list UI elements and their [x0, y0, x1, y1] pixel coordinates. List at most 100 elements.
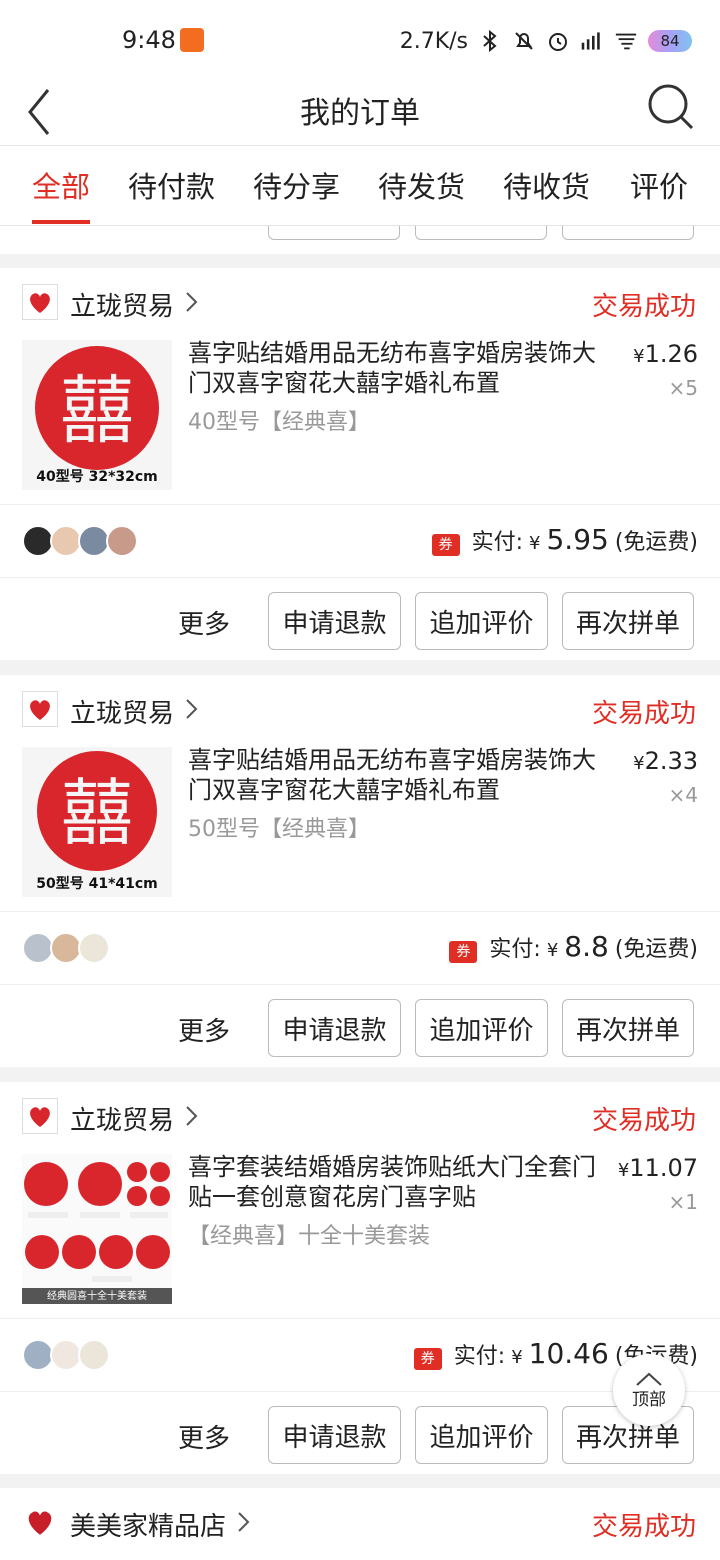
partial-button[interactable] — [562, 226, 694, 240]
shipping-note: (免运费) — [614, 937, 698, 962]
yen-symbol: ¥ — [529, 533, 541, 554]
top-navigation-bar: 我的订单 — [0, 80, 720, 146]
shop-row[interactable]: 立珑贸易 交易成功 — [0, 675, 720, 741]
tab-review[interactable]: 评价 — [630, 164, 688, 206]
refund-button[interactable]: 申请退款 — [268, 1406, 401, 1464]
price-value: 1.26 — [644, 340, 698, 368]
order-status: 交易成功 — [591, 699, 696, 729]
yen-symbol: ¥ — [511, 1347, 523, 1368]
product-thumbnail[interactable]: 囍 40型号 32*32cm — [22, 340, 172, 490]
product-price: ¥1.26 — [633, 340, 698, 368]
network-speed: 2.7K/s — [399, 28, 468, 54]
product-price: ¥2.33 — [633, 747, 698, 775]
shop-name: 美美家精品店 — [70, 1512, 227, 1542]
tab-pending-receipt[interactable]: 待收货 — [503, 164, 590, 206]
add-review-button[interactable]: 追加评价 — [415, 592, 548, 650]
back-to-top-button[interactable]: 顶部 — [613, 1354, 685, 1426]
yen-symbol: ¥ — [633, 753, 645, 774]
battery-icon: 84 — [648, 30, 692, 52]
payment-summary: 券 实付: ¥ 5.95 (免运费) — [431, 523, 698, 556]
chevron-right-icon — [182, 290, 200, 314]
thumbnail-caption: 50型号 41*41cm — [36, 876, 158, 892]
more-button[interactable]: 更多 — [178, 604, 230, 641]
more-button[interactable]: 更多 — [178, 1011, 230, 1048]
yen-symbol: ¥ — [617, 1160, 630, 1181]
product-name[interactable]: 喜字贴结婚用品无纺布喜字婚房装饰大门双喜字窗花大囍字婚礼布置 — [188, 745, 608, 805]
payment-row: 券 实付: ¥ 5.95 (免运费) — [0, 504, 720, 578]
avatar — [78, 1339, 110, 1371]
avatar — [78, 932, 110, 964]
product-price: ¥11.07 — [618, 1154, 698, 1182]
shop-logo-icon — [22, 284, 58, 320]
thumbnail-caption: 经典圆喜十全十美套装 — [47, 1291, 147, 1302]
thumbnail-caption: 40型号 32*32cm — [36, 469, 158, 485]
chevron-right-icon — [182, 697, 200, 721]
shop-row[interactable]: 立珑贸易 交易成功 — [0, 268, 720, 334]
double-happiness-set-icon — [22, 1162, 172, 1304]
search-icon[interactable] — [646, 80, 698, 134]
order-card: 立珑贸易 交易成功 囍 40型号 32*32cm 喜字贴结婚用品无纺布喜字婚房装… — [0, 268, 720, 660]
signal-icon — [580, 29, 604, 53]
tab-pending-shipment[interactable]: 待发货 — [378, 164, 465, 206]
refund-button[interactable]: 申请退款 — [268, 592, 401, 650]
product-quantity: ×4 — [668, 783, 698, 807]
coupon-badge: 券 — [431, 534, 460, 556]
payment-row: 券 实付: ¥ 10.46 (免运费) — [0, 1318, 720, 1392]
product-quantity: ×1 — [668, 1190, 698, 1214]
avatar — [106, 525, 138, 557]
status-indicators: 2.7K/s 84 — [400, 24, 692, 58]
product-name[interactable]: 喜字套装结婚婚房装饰贴纸大门全套门贴一套创意窗花房门喜字贴 — [188, 1152, 608, 1212]
partial-button[interactable] — [268, 226, 400, 240]
shop-name: 立珑贸易 — [70, 292, 175, 322]
product-spec: 【经典喜】十全十美套装 — [188, 1224, 431, 1249]
chevron-right-icon — [182, 1104, 200, 1128]
product-thumbnail[interactable]: 经典圆喜十全十美套装 — [22, 1154, 172, 1304]
paid-amount: 5.95 — [546, 523, 609, 556]
svg-text:囍: 囍 — [60, 368, 134, 454]
group-avatars — [22, 932, 110, 966]
shop-row[interactable]: 立珑贸易 交易成功 — [0, 1082, 720, 1148]
wifi-icon — [614, 29, 638, 53]
svg-text:囍: 囍 — [61, 771, 133, 855]
previous-order-card-partial — [0, 226, 720, 254]
add-review-button[interactable]: 追加评价 — [415, 1406, 548, 1464]
coupon-badge: 券 — [449, 941, 478, 963]
reorder-button[interactable]: 再次拼单 — [562, 999, 694, 1057]
group-avatars — [22, 525, 138, 559]
order-status: 交易成功 — [591, 292, 696, 322]
order-actions: 更多 申请退款 追加评价 再次拼单 — [0, 1392, 720, 1478]
shop-name: 立珑贸易 — [70, 1106, 175, 1136]
more-button[interactable]: 更多 — [178, 1418, 230, 1455]
partial-button[interactable] — [415, 226, 547, 240]
refund-button[interactable]: 申请退款 — [268, 999, 401, 1057]
coupon-badge: 券 — [413, 1348, 442, 1370]
order-card: 美美家精品店 交易成功 — [0, 1488, 720, 1560]
yen-symbol: ¥ — [546, 940, 559, 961]
shipping-note: (免运费) — [614, 530, 698, 555]
paid-label: 实付: — [453, 1344, 506, 1369]
page-title: 我的订单 — [300, 96, 420, 131]
shop-logo-icon — [22, 1098, 58, 1134]
shop-logo-icon — [22, 691, 58, 727]
status-time: 9:48 — [122, 26, 176, 54]
active-tab-indicator — [32, 220, 90, 224]
chevron-right-icon — [234, 1510, 252, 1534]
order-status: 交易成功 — [591, 1106, 696, 1136]
shop-row[interactable]: 美美家精品店 交易成功 — [0, 1488, 720, 1554]
payment-summary: 券 实付: ¥ 8.8 (免运费) — [449, 930, 698, 963]
product-quantity: ×5 — [668, 376, 698, 400]
product-name[interactable]: 喜字贴结婚用品无纺布喜字婚房装饰大门双喜字窗花大囍字婚礼布置 — [188, 338, 608, 398]
add-review-button[interactable]: 追加评价 — [415, 999, 548, 1057]
order-card: 立珑贸易 交易成功 囍 50型号 41*41cm 喜字贴结婚用品无纺布喜字婚房装… — [0, 675, 720, 1067]
price-value: 11.07 — [629, 1154, 698, 1182]
app-notification-icon — [180, 28, 204, 52]
reorder-button[interactable]: 再次拼单 — [562, 592, 694, 650]
yen-symbol: ¥ — [633, 346, 645, 367]
tab-all[interactable]: 全部 — [32, 164, 90, 206]
tab-pending-share[interactable]: 待分享 — [253, 164, 340, 206]
product-thumbnail[interactable]: 囍 50型号 41*41cm — [22, 747, 172, 897]
group-avatars — [22, 1339, 110, 1373]
order-status-tabs: 全部 待付款 待分享 待发货 待收货 评价 — [0, 146, 720, 226]
order-actions: 更多 申请退款 追加评价 再次拼单 — [0, 578, 720, 664]
tab-pending-payment[interactable]: 待付款 — [128, 164, 215, 206]
